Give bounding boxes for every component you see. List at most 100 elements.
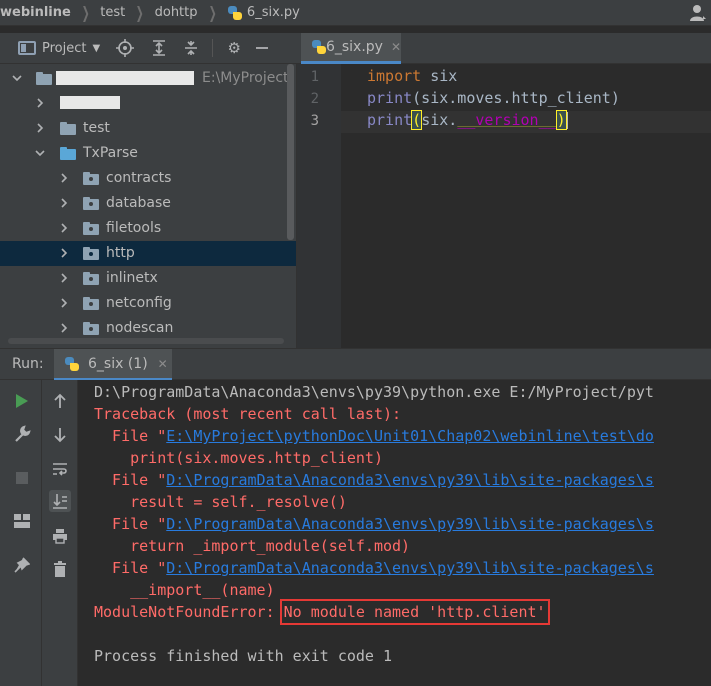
scroll-to-end-icon[interactable] [49, 490, 71, 512]
console-text: ModuleNotFoundError: [94, 603, 284, 621]
code-text: six. [421, 111, 458, 129]
source-folder-icon [60, 147, 76, 160]
tree-label: database [106, 195, 171, 211]
redacted-project-name [56, 71, 194, 85]
chevron-right-icon [59, 223, 69, 233]
chevron-right-icon [35, 123, 45, 133]
tab-6-six-py[interactable]: 6_six.py ✕ [301, 33, 401, 64]
project-view-selector[interactable]: Project ▼ [18, 41, 100, 56]
arrow-down-icon[interactable] [49, 424, 71, 446]
breadcrumb-item-webinline[interactable]: webinline [0, 5, 71, 20]
close-icon[interactable]: ✕ [158, 357, 168, 371]
console-line: Process finished with exit code 1 [94, 647, 393, 665]
run-label: Run: [12, 356, 44, 372]
tree-row-test[interactable]: test [0, 116, 290, 141]
chevron-down-icon [12, 73, 22, 83]
console-text: File " [94, 515, 167, 533]
python-file-icon [311, 39, 326, 55]
run-toolbar-right [42, 380, 78, 686]
breadcrumb-item-file[interactable]: 6_six.py [227, 5, 300, 21]
package-folder-icon [83, 172, 99, 185]
layout-icon[interactable] [11, 510, 33, 532]
tree-row-netconfig[interactable]: netconfig [0, 291, 290, 316]
console-line: File "D:\ProgramData\Anaconda3\envs\py39… [94, 559, 654, 577]
console-line: D:\ProgramData\Anaconda3\envs\py39\pytho… [94, 383, 654, 401]
project-title: Project [42, 40, 87, 56]
toolbar-divider [212, 39, 214, 57]
tree-row-database[interactable]: database [0, 191, 290, 216]
run-tab-6-six[interactable]: 6_six (1) ✕ [54, 349, 172, 381]
wrench-icon[interactable] [11, 423, 33, 445]
console-text: File " [94, 559, 167, 577]
chevron-right-icon [59, 198, 69, 208]
soft-wrap-icon[interactable] [49, 458, 71, 480]
tree-row-filetools[interactable]: filetools [0, 216, 290, 241]
tree-row-redacted[interactable] [0, 91, 290, 116]
expand-all-icon[interactable] [148, 37, 170, 59]
file-link[interactable]: E:\MyProject\pythonDoc\Unit01\Chap02\web… [166, 427, 654, 445]
user-icon[interactable] [689, 4, 707, 22]
console-line: File "E:\MyProject\pythonDoc\Unit01\Chap… [94, 427, 654, 445]
chevron-right-icon: ❯ [135, 3, 144, 22]
console-output[interactable]: D:\ProgramData\Anaconda3\envs\py39\pytho… [78, 380, 711, 686]
line-number-gutter: 1 2 3 [297, 64, 341, 348]
tree-label: filetools [106, 220, 162, 236]
tree-row-contracts[interactable]: contracts [0, 166, 290, 191]
vertical-scrollbar[interactable] [287, 64, 294, 240]
tree-row-txparse[interactable]: TxParse [0, 141, 290, 166]
redacted-folder-name [60, 96, 120, 109]
console-text: File " [94, 471, 167, 489]
code-line-3: print(six.__version__) [367, 110, 568, 130]
tree-label: test [83, 120, 110, 136]
breadcrumb-item-dohttp[interactable]: dohttp [155, 5, 198, 20]
minimize-icon[interactable] [251, 37, 273, 59]
trash-icon[interactable] [49, 558, 71, 580]
code-editor[interactable]: import six print(six.moves.http_client) … [341, 64, 711, 348]
run-tab-label: 6_six (1) [88, 355, 148, 372]
close-icon[interactable]: ✕ [391, 40, 401, 54]
matched-paren: ( [411, 110, 423, 130]
package-folder-icon [83, 272, 99, 285]
console-line: __import__(name) [94, 581, 275, 599]
locate-icon[interactable] [114, 37, 136, 59]
print-icon[interactable] [49, 525, 71, 547]
tree-row-inlinetx[interactable]: inlinetx [0, 266, 290, 291]
console-text: File " [94, 427, 167, 445]
chevron-down-icon [35, 148, 45, 158]
tree-row-http[interactable]: http [0, 241, 296, 266]
keyword: import [367, 67, 422, 85]
tree-root-row[interactable]: E:\MyProject\ [0, 66, 293, 91]
chevron-right-icon [59, 248, 69, 258]
text-caret [565, 112, 568, 129]
collapse-all-icon[interactable] [180, 37, 202, 59]
breadcrumb-item-test[interactable]: test [100, 5, 125, 20]
package-folder-icon [83, 247, 99, 260]
chevron-right-icon: ❯ [208, 3, 217, 22]
file-link[interactable]: D:\ProgramData\Anaconda3\envs\py39\lib\s… [166, 515, 654, 533]
horizontal-scrollbar[interactable] [8, 338, 284, 344]
breadcrumb-file-label: 6_six.py [246, 5, 300, 20]
file-link[interactable]: D:\ProgramData\Anaconda3\envs\py39\lib\s… [166, 559, 654, 577]
console-line: Traceback (most recent call last): [94, 405, 402, 423]
console-line: File "D:\ProgramData\Anaconda3\envs\py39… [94, 471, 654, 489]
gear-icon[interactable]: ⚙ [223, 37, 245, 59]
run-panel-header: Run: 6_six (1) ✕ [0, 348, 711, 381]
tree-label: inlinetx [106, 270, 158, 286]
rerun-play-icon[interactable] [11, 390, 33, 412]
code-text: (six.moves.http_client) [412, 89, 620, 107]
dropdown-arrow-icon: ▼ [92, 42, 101, 54]
chevron-right-icon [59, 273, 69, 283]
stop-icon[interactable] [11, 467, 33, 489]
file-link[interactable]: D:\ProgramData\Anaconda3\envs\py39\lib\s… [166, 471, 654, 489]
folder-icon [60, 122, 76, 135]
tab-label: 6_six.py [325, 39, 383, 55]
error-message-highlight: No module named 'http.client' [279, 599, 550, 625]
package-folder-icon [83, 322, 99, 335]
editor-tab-strip: 6_six.py ✕ [297, 33, 711, 64]
line-number: 1 [310, 69, 319, 85]
pin-icon[interactable] [11, 554, 33, 576]
breadcrumb: webinline ❯ test ❯ dohttp ❯ 6_six.py [0, 0, 711, 26]
builtin: print [367, 111, 413, 129]
arrow-up-icon[interactable] [49, 390, 71, 412]
chevron-right-icon: ❯ [81, 3, 90, 22]
